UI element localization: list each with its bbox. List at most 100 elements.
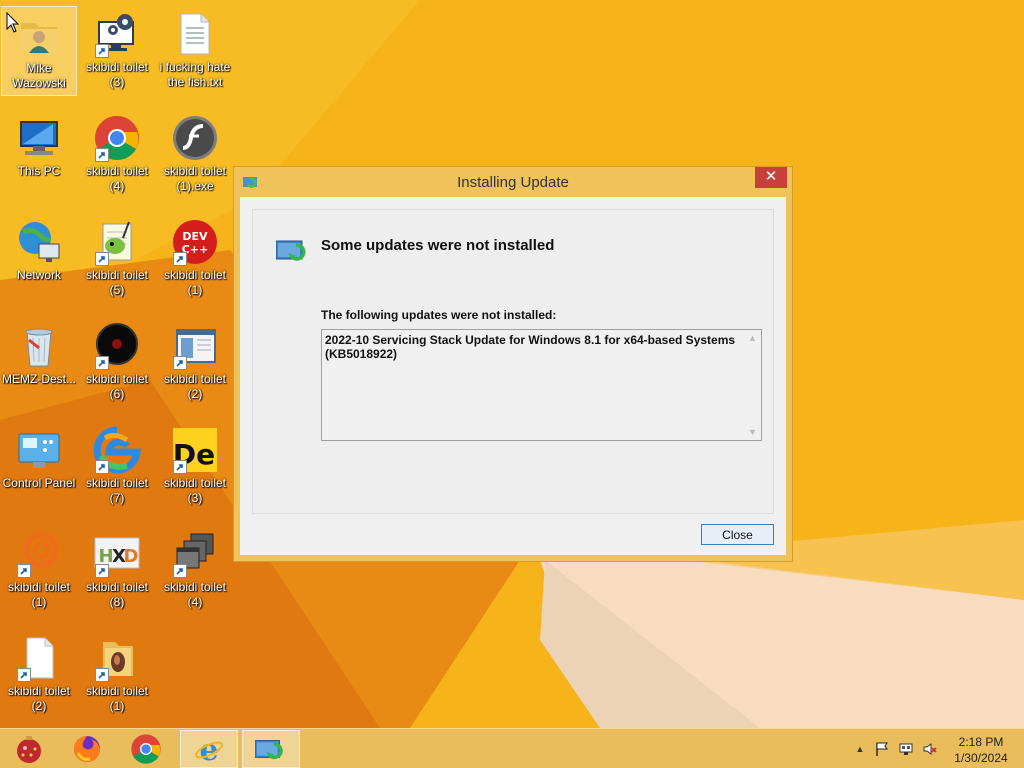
network-status-icon[interactable] xyxy=(898,741,914,757)
shortcut-arrow-icon xyxy=(173,460,187,474)
shortcut-arrow-icon xyxy=(173,252,187,266)
close-icon[interactable]: ✕ xyxy=(755,167,787,188)
desktop-icon-control-panel[interactable]: Control Panel xyxy=(1,422,77,512)
taskbar-app-ornament[interactable] xyxy=(0,730,58,768)
internet-explorer-icon: e xyxy=(195,733,223,765)
desktop-icon-label: skibidi toilet (1) xyxy=(7,580,71,609)
shortcut-arrow-icon xyxy=(95,460,109,474)
volume-muted-icon[interactable] xyxy=(922,741,938,757)
mouse-cursor-icon xyxy=(6,12,20,33)
dialog-client-area: Some updates were not installed The foll… xyxy=(240,197,786,555)
hxd-icon: HXD xyxy=(93,530,141,578)
desktop-icon-label: skibidi toilet (6) xyxy=(85,372,149,401)
desktop-icon-skibidi-toilet-2b[interactable]: skibidi toilet (2) xyxy=(1,630,77,720)
desktop-icon-label: skibidi toilet (7) xyxy=(85,476,149,505)
shortcut-arrow-icon xyxy=(17,668,31,682)
show-hidden-icons-icon[interactable]: ▲ xyxy=(852,741,868,757)
taskbar-app-firefox[interactable] xyxy=(58,730,116,768)
flash-icon xyxy=(171,114,219,162)
desktop-icon-label: skibidi toilet (2) xyxy=(163,372,227,401)
desktop-icon-label: skibidi toilet (5) xyxy=(85,268,149,297)
desktop-icon-label: Control Panel xyxy=(2,476,76,490)
desktop-icon-skibidi-toilet-1-devcpp[interactable]: DEV C++ skibidi toilet (1) xyxy=(157,214,233,304)
desktop-icon-skibidi-toilet-6[interactable]: skibidi toilet (6) xyxy=(79,318,155,408)
shortcut-arrow-icon xyxy=(17,564,31,578)
windows-update-icon xyxy=(255,740,283,760)
recycle-bin-icon xyxy=(15,322,63,370)
computer-icon xyxy=(15,114,63,162)
desktop-icon-label: skibidi toilet (8) xyxy=(85,580,149,609)
user-folder-icon xyxy=(15,11,63,59)
desktop-icon-label: skibidi toilet (3) xyxy=(163,476,227,505)
desktop-icon-fish-txt[interactable]: i fucking hate the fish.txt xyxy=(157,6,233,96)
scroll-up-icon[interactable]: ▲ xyxy=(744,330,761,346)
desktop-icon-memz[interactable]: MEMZ-Dest... xyxy=(1,318,77,408)
installing-update-dialog: Installing Update ✕ Some updates were no… xyxy=(233,166,793,562)
desktop-icon-label: skibidi toilet (1) xyxy=(85,684,149,713)
windows-update-icon xyxy=(276,240,306,261)
dialog-titlebar[interactable]: Installing Update ✕ xyxy=(234,167,792,197)
desktop-icon-skibidi-toilet-5[interactable]: skibidi toilet (5) xyxy=(79,214,155,304)
network-icon xyxy=(15,218,63,266)
failed-updates-list[interactable]: 2022-10 Servicing Stack Update for Windo… xyxy=(321,329,762,441)
desktop-icon-skibidi-toilet-7[interactable]: skibidi toilet (7) xyxy=(79,422,155,512)
desktop-icon-label: Mike Wazowski xyxy=(12,61,66,90)
desktop-icon-label: i fucking hate the fish.txt xyxy=(159,60,231,89)
media-folder-icon xyxy=(93,634,141,682)
desktop-icon-skibidi-toilet-4b[interactable]: skibidi toilet (4) xyxy=(157,526,233,616)
desktop-icon-label: Network xyxy=(16,268,61,282)
shortcut-arrow-icon xyxy=(95,356,109,370)
shortcut-arrow-icon xyxy=(173,564,187,578)
desktop-icon-skibidi-toilet-1b[interactable]: skibidi toilet (1) xyxy=(1,526,77,616)
desktop-icon-this-pc[interactable]: This PC xyxy=(1,110,77,200)
desktop-icon-skibidi-toilet-1-exe[interactable]: skibidi toilet (1).exe xyxy=(157,110,233,200)
shortcut-arrow-icon xyxy=(95,564,109,578)
clock-time: 2:18 PM xyxy=(958,735,1004,749)
desktop-icon-skibidi-toilet-3b[interactable]: De skibidi toilet (3) xyxy=(157,422,233,512)
clock-date: 1/30/2024 xyxy=(954,751,1008,765)
desktop-icon-skibidi-toilet-8[interactable]: HXD skibidi toilet (8) xyxy=(79,526,155,616)
desktop-icon-label: skibidi toilet (4) xyxy=(85,164,149,193)
shortcut-arrow-icon xyxy=(95,252,109,266)
flag-icon[interactable] xyxy=(874,741,890,757)
desktop-icon-label: skibidi toilet (4) xyxy=(163,580,227,609)
svg-text:DEV: DEV xyxy=(182,230,208,243)
failed-update-item: 2022-10 Servicing Stack Update for Windo… xyxy=(325,333,736,361)
list-scrollbar[interactable]: ▲ ▼ xyxy=(744,330,761,440)
firefox-icon xyxy=(74,736,100,762)
system-clock[interactable]: 2:18 PM 1/30/2024 xyxy=(946,734,1016,766)
taskbar-app-chrome[interactable] xyxy=(117,730,175,768)
scroll-down-icon[interactable]: ▼ xyxy=(744,424,761,440)
chrome-icon xyxy=(131,734,161,764)
gear-monitor-icon xyxy=(93,10,141,58)
update-results-panel: Some updates were not installed The foll… xyxy=(252,209,774,514)
desktop-icon-label: skibidi toilet (3) xyxy=(85,60,149,89)
desktop-icon-skibidi-toilet-2[interactable]: skibidi toilet (2) xyxy=(157,318,233,408)
ornament-app-icon xyxy=(17,736,41,763)
close-button[interactable]: Close xyxy=(701,524,774,545)
taskbar-app-internet-explorer[interactable]: e xyxy=(180,730,238,768)
desktop-icon-network[interactable]: Network xyxy=(1,214,77,304)
desktop-icon-skibidi-toilet-4[interactable]: skibidi toilet (4) xyxy=(79,110,155,200)
notepad-plus-icon xyxy=(93,218,141,266)
de-app-icon: De xyxy=(171,426,219,474)
desktop-icon-label: MEMZ-Dest... xyxy=(2,372,76,386)
control-panel-icon xyxy=(15,426,63,474)
desktop-icon-label: skibidi toilet (1) xyxy=(163,268,227,297)
svg-text:D: D xyxy=(124,546,139,567)
window-app-icon xyxy=(171,322,219,370)
desktop-icon-label: skibidi toilet (1).exe xyxy=(163,164,227,193)
taskbar-app-windows-update[interactable] xyxy=(242,730,300,768)
edge-icon xyxy=(93,426,141,474)
shortcut-arrow-icon xyxy=(95,148,109,162)
dev-cpp-icon: DEV C++ xyxy=(171,218,219,266)
desktop-icon-label: This PC xyxy=(17,164,61,178)
taskbar: e ▲ 2:18 PM 1/30/2024 xyxy=(0,728,1024,768)
desktop-icon-skibidi-toilet-3[interactable]: skibidi toilet (3) xyxy=(79,6,155,96)
chrome-icon xyxy=(93,114,141,162)
desktop-icon-label: skibidi toilet (2) xyxy=(7,684,71,713)
text-file-icon xyxy=(171,10,219,58)
shortcut-arrow-icon xyxy=(95,668,109,682)
desktop-icon-skibidi-toilet-1c[interactable]: skibidi toilet (1) xyxy=(79,630,155,720)
shortcut-arrow-icon xyxy=(173,356,187,370)
